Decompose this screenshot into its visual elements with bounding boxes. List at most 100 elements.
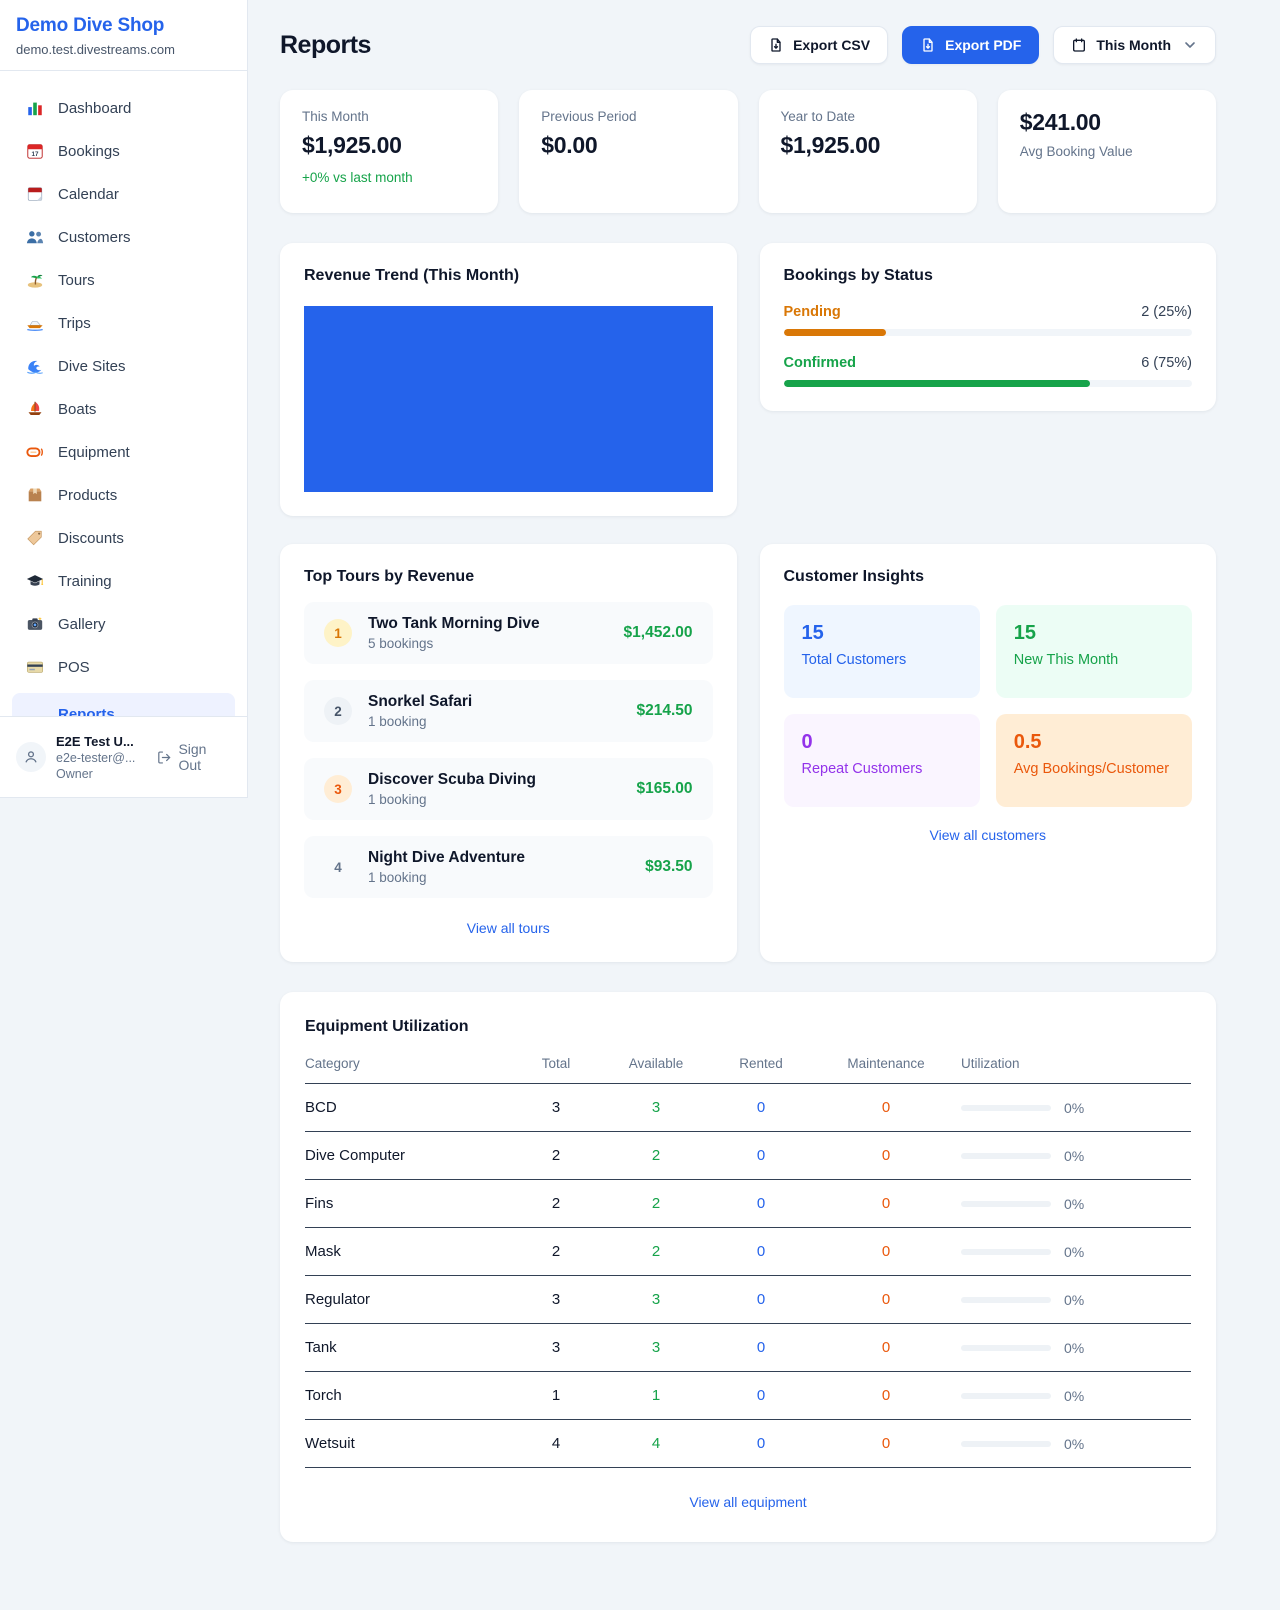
sidebar-item-products[interactable]: Products: [12, 474, 235, 516]
tour-row[interactable]: 3 Discover Scuba Diving 1 booking $165.0…: [304, 758, 713, 820]
export-csv-button[interactable]: Export CSV: [750, 26, 888, 64]
sidebar-item-label: Dive Sites: [58, 358, 126, 375]
revenue-trend-title: Revenue Trend (This Month): [304, 267, 713, 285]
equipment-rented: 0: [711, 1243, 811, 1260]
view-all-customers-link[interactable]: View all customers: [930, 827, 1046, 843]
insight-label: Avg Bookings/Customer: [1014, 761, 1174, 777]
export-csv-label: Export CSV: [793, 37, 870, 53]
stat-label: Year to Date: [781, 109, 955, 124]
sidebar-item-equipment[interactable]: Equipment: [12, 431, 235, 473]
diving-mask-icon: [26, 443, 44, 461]
tour-name: Snorkel Safari: [368, 693, 472, 711]
table-row: Torch 1 1 0 0 0%: [305, 1372, 1191, 1420]
top-tours-panel: Top Tours by Revenue 1 Two Tank Morning …: [280, 544, 737, 962]
status-label: Pending: [784, 304, 841, 320]
sidebar-item-label: Customers: [58, 229, 131, 246]
package-icon: [26, 486, 44, 504]
sidebar-item-dive-sites[interactable]: Dive Sites: [12, 345, 235, 387]
equipment-utilization-cell: 0%: [961, 1388, 1191, 1404]
equipment-total: 2: [511, 1243, 601, 1260]
log-out-icon: [157, 750, 171, 765]
equipment-rented: 0: [711, 1291, 811, 1308]
sidebar-nav: Dashboard 17 Bookings Calendar Customers…: [0, 71, 247, 716]
tour-row[interactable]: 4 Night Dive Adventure 1 booking $93.50: [304, 836, 713, 898]
graduation-cap-icon: [26, 572, 44, 590]
svg-text:17: 17: [31, 151, 39, 158]
period-label: This Month: [1096, 37, 1171, 53]
sailboat-icon: [26, 400, 44, 418]
camera-icon: [26, 615, 44, 633]
column-header: Category: [305, 1056, 511, 1071]
tour-name: Night Dive Adventure: [368, 849, 525, 867]
equipment-maintenance: 0: [811, 1195, 961, 1212]
column-header: Total: [511, 1056, 601, 1071]
sidebar-item-reports[interactable]: Reports: [12, 693, 235, 716]
equipment-category: Regulator: [305, 1291, 511, 1308]
sidebar-item-training[interactable]: Training: [12, 560, 235, 602]
equipment-utilization-cell: 0%: [961, 1148, 1191, 1164]
sign-out-button[interactable]: Sign Out: [157, 741, 231, 773]
table-row: Dive Computer 2 2 0 0 0%: [305, 1132, 1191, 1180]
equipment-utilization-cell: 0%: [961, 1196, 1191, 1212]
sidebar-item-discounts[interactable]: Discounts: [12, 517, 235, 559]
stat-label: Avg Booking Value: [1020, 144, 1194, 159]
sidebar-item-tours[interactable]: Tours: [12, 259, 235, 301]
sidebar-item-boats[interactable]: Boats: [12, 388, 235, 430]
equipment-total: 4: [511, 1435, 601, 1452]
status-row-pending: Pending 2 (25%): [784, 304, 1193, 336]
desert-island-icon: [26, 271, 44, 289]
column-header: Rented: [711, 1056, 811, 1071]
sidebar-item-customers[interactable]: Customers: [12, 216, 235, 258]
table-row: Fins 2 2 0 0 0%: [305, 1180, 1191, 1228]
tour-row[interactable]: 2 Snorkel Safari 1 booking $214.50: [304, 680, 713, 742]
tour-row[interactable]: 1 Two Tank Morning Dive 5 bookings $1,45…: [304, 602, 713, 664]
equipment-maintenance: 0: [811, 1099, 961, 1116]
period-select[interactable]: This Month: [1053, 26, 1216, 64]
equipment-maintenance: 0: [811, 1387, 961, 1404]
view-all-tours-link[interactable]: View all tours: [467, 920, 550, 936]
stat-delta: +0% vs last month: [302, 170, 476, 185]
top-tours-title: Top Tours by Revenue: [304, 568, 713, 586]
chevron-down-icon: [1182, 37, 1198, 53]
sidebar-item-bookings[interactable]: 17 Bookings: [12, 130, 235, 172]
equipment-rented: 0: [711, 1435, 811, 1452]
sidebar-item-pos[interactable]: POS: [12, 646, 235, 688]
equipment-utilization-panel: Equipment Utilization Category Total Ava…: [280, 992, 1216, 1542]
sidebar-item-trips[interactable]: Trips: [12, 302, 235, 344]
stat-card-previous-period: Previous Period $0.00: [519, 90, 737, 213]
report-icon: [26, 705, 44, 716]
status-bar-fill: [784, 329, 886, 336]
insight-new-this-month: 15 New This Month: [996, 605, 1192, 698]
stat-card-year-to-date: Year to Date $1,925.00: [759, 90, 977, 213]
insight-total-customers: 15 Total Customers: [784, 605, 980, 698]
sidebar-item-label: Calendar: [58, 186, 119, 203]
revenue-trend-chart: [304, 306, 713, 492]
insight-grid: 15 Total Customers 15 New This Month 0 R…: [784, 605, 1193, 807]
status-value: 6 (75%): [1141, 355, 1192, 371]
export-pdf-button[interactable]: Export PDF: [902, 26, 1039, 64]
stat-value: $241.00: [1020, 109, 1194, 136]
equipment-available: 3: [601, 1291, 711, 1308]
file-download-icon: [920, 37, 936, 53]
equipment-total: 3: [511, 1339, 601, 1356]
sidebar-item-gallery[interactable]: Gallery: [12, 603, 235, 645]
sidebar-item-dashboard[interactable]: Dashboard: [12, 87, 235, 129]
tour-bookings: 1 booking: [368, 792, 536, 807]
stat-cards: This Month $1,925.00 +0% vs last month P…: [280, 90, 1216, 213]
tour-amount: $1,452.00: [624, 624, 693, 642]
equipment-available: 2: [601, 1243, 711, 1260]
rank-badge: 2: [324, 697, 352, 725]
user-info: E2E Test U... e2e-tester@... Owner: [56, 734, 147, 781]
equipment-category: Wetsuit: [305, 1435, 511, 1452]
sidebar-item-label: Bookings: [58, 143, 120, 160]
rank-badge: 1: [324, 619, 352, 647]
view-all-equipment-link[interactable]: View all equipment: [689, 1494, 806, 1510]
equipment-utilization-cell: 0%: [961, 1292, 1191, 1308]
equipment-total: 3: [511, 1291, 601, 1308]
insight-value: 15: [802, 622, 962, 645]
equipment-total: 2: [511, 1195, 601, 1212]
sidebar-item-calendar[interactable]: Calendar: [12, 173, 235, 215]
sidebar-item-label: Equipment: [58, 444, 130, 461]
person-icon: [23, 749, 39, 765]
equipment-rented: 0: [711, 1195, 811, 1212]
